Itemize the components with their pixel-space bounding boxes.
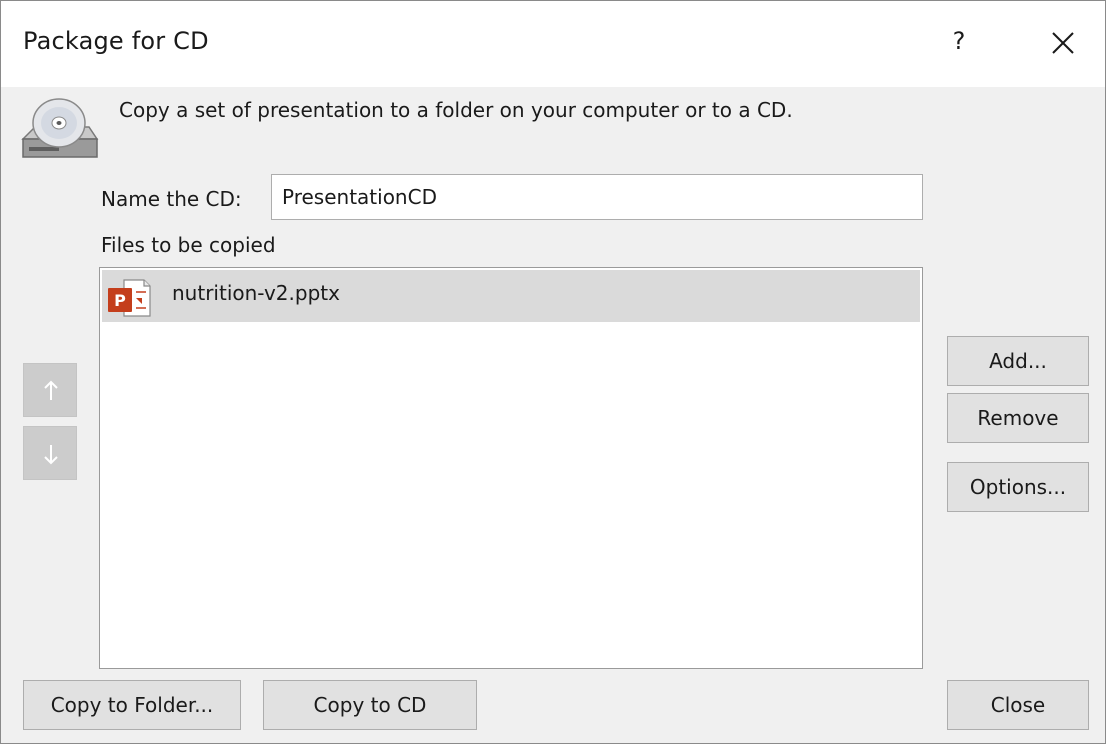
svg-text:P: P: [114, 291, 126, 310]
intro-description: Copy a set of presentation to a folder o…: [119, 98, 793, 122]
help-button[interactable]: ?: [937, 21, 981, 61]
file-list[interactable]: P nutrition-v2.pptx: [99, 267, 923, 669]
dialog-title: Package for CD: [23, 27, 209, 55]
copy-to-folder-button[interactable]: Copy to Folder...: [23, 680, 241, 730]
package-for-cd-dialog: Package for CD ? Copy a set of presentat…: [0, 0, 1106, 744]
cd-name-input[interactable]: [271, 174, 923, 220]
remove-button[interactable]: Remove: [947, 393, 1089, 443]
move-up-button[interactable]: [23, 363, 77, 417]
arrow-up-icon: [44, 380, 58, 400]
close-icon[interactable]: [1041, 21, 1085, 65]
powerpoint-file-icon: P: [106, 276, 154, 320]
arrow-down-icon: [44, 445, 58, 465]
title-bar: Package for CD ?: [1, 1, 1105, 87]
list-item[interactable]: P nutrition-v2.pptx: [102, 270, 920, 322]
move-down-button[interactable]: [23, 426, 77, 480]
add-button[interactable]: Add...: [947, 336, 1089, 386]
options-button[interactable]: Options...: [947, 462, 1089, 512]
file-name: nutrition-v2.pptx: [172, 281, 340, 305]
copy-to-cd-button[interactable]: Copy to CD: [263, 680, 477, 730]
close-button[interactable]: Close: [947, 680, 1089, 730]
files-to-copy-label: Files to be copied: [101, 233, 276, 257]
name-cd-label: Name the CD:: [101, 187, 242, 211]
cd-drive-icon: [17, 95, 101, 171]
